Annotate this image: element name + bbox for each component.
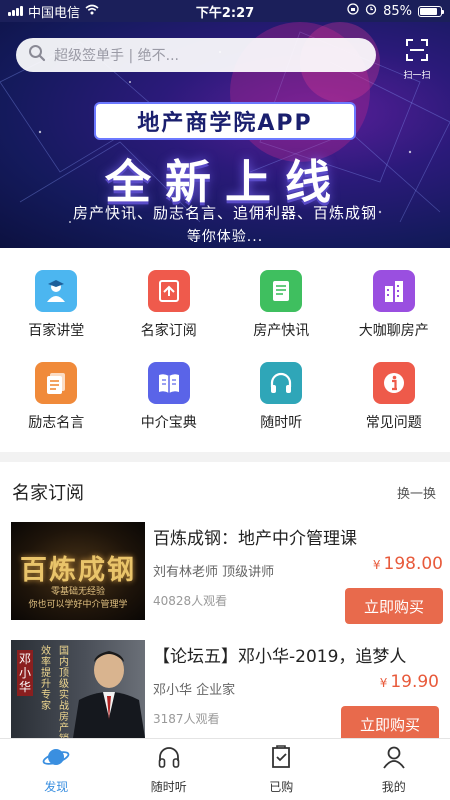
tab-user[interactable]: 我的 — [338, 739, 450, 800]
search-input[interactable]: 超级签单手 | 绝不... — [16, 38, 376, 72]
course-title: 【论坛五】邓小华-2019，追梦人 — [153, 647, 407, 667]
bottom-tab-bar: 发现 随时听 已购 我的 — [0, 738, 450, 800]
course-card[interactable]: 邓小华 效率提升专家 国内顶级实战房产销售 【论坛五】邓小华-2019，追梦人 … — [11, 640, 439, 746]
building-icon — [372, 270, 415, 312]
category-headphones[interactable]: 随时听 — [225, 362, 338, 432]
banner-subline: 房产快讯、励志名言、追佣利器、百炼成钢 — [72, 204, 377, 222]
tab-label: 随时听 — [150, 780, 187, 794]
quotes-icon — [35, 362, 78, 404]
tab-headphones[interactable]: 随时听 — [113, 739, 226, 800]
book-icon — [147, 362, 190, 404]
category-label: 大咖聊房产 — [358, 323, 429, 339]
scan-icon — [405, 39, 429, 66]
category-label: 名家订阅 — [140, 323, 197, 339]
scan-label: 扫一扫 — [403, 71, 431, 81]
headphones-icon — [260, 362, 303, 404]
course-title: 百炼成钢：地产中介管理课 — [153, 529, 357, 549]
course-price: ¥19.90 — [379, 672, 439, 692]
info-icon — [372, 362, 415, 404]
banner-subline-2: 等你体验... — [186, 229, 264, 245]
purchased-icon — [268, 744, 294, 774]
wifi-icon — [85, 4, 99, 19]
status-bar: 中国电信 下午2:27 85% — [0, 0, 450, 22]
refresh-button[interactable]: 换一换 — [397, 483, 436, 502]
category-news[interactable]: 房产快讯 — [225, 270, 338, 340]
category-book[interactable]: 中介宝典 — [113, 362, 226, 432]
alarm-icon — [365, 3, 377, 19]
search-placeholder: 超级签单手 | 绝不... — [54, 48, 179, 64]
search-icon — [28, 44, 46, 66]
subscribe-icon — [147, 270, 190, 312]
tab-label: 我的 — [381, 780, 406, 794]
category-teacher[interactable]: 百家讲堂 — [0, 270, 113, 340]
thumbnail-subtitle-2: 你也可以学好中介管理学 — [28, 600, 128, 610]
battery-percent: 85% — [383, 3, 412, 19]
tab-label: 发现 — [44, 780, 69, 794]
carrier-label: 中国电信 — [28, 5, 81, 21]
course-thumbnail: 邓小华 效率提升专家 国内顶级实战房产销售 — [11, 640, 145, 738]
category-grid: 百家讲堂 名家订阅 房产快讯 大咖聊房产励志名言 中介宝典 随时听 常见问题 — [0, 258, 450, 432]
category-label: 中介宝典 — [140, 415, 197, 431]
banner-brand: 地产商学院APP — [96, 104, 354, 138]
category-building[interactable]: 大咖聊房产 — [338, 270, 450, 340]
rotation-lock-icon — [347, 3, 359, 19]
category-label: 随时听 — [260, 415, 303, 431]
thumbnail-caption: 效率提升专家 — [41, 646, 51, 712]
category-label: 百家讲堂 — [28, 323, 85, 339]
buy-now-button[interactable]: 立即购买 — [345, 588, 443, 624]
category-label: 励志名言 — [28, 415, 85, 431]
planet-icon — [42, 744, 70, 774]
category-info[interactable]: 常见问题 — [338, 362, 450, 432]
news-icon — [260, 270, 303, 312]
headphones-icon — [156, 744, 182, 774]
category-label: 房产快讯 — [253, 323, 310, 339]
scan-button[interactable]: 扫一扫 — [402, 38, 432, 81]
section-title: 名家订阅 — [12, 483, 84, 504]
section-header: 名家订阅 换一换 — [12, 472, 436, 512]
category-quotes[interactable]: 励志名言 — [0, 362, 113, 432]
thumbnail-title: 百炼成钢 — [20, 555, 136, 586]
tab-label: 已购 — [269, 780, 294, 794]
promo-banner[interactable]: 超级签单手 | 绝不... 扫一扫 地产商学院APP 全新上线 房产快讯、励志名… — [0, 22, 450, 248]
speaker-portrait — [73, 651, 145, 738]
course-price: ¥198.00 — [372, 554, 443, 574]
category-label: 常见问题 — [365, 415, 422, 431]
section-divider — [0, 452, 450, 462]
buy-now-button[interactable]: 立即购买 — [341, 706, 439, 742]
signal-icon — [8, 6, 23, 16]
battery-icon — [418, 5, 444, 17]
category-subscribe[interactable]: 名家订阅 — [113, 270, 226, 340]
course-card[interactable]: 百炼成钢 零基础无经验 你也可以学好中介管理学 百炼成钢：地产中介管理课 刘有林… — [11, 522, 443, 628]
tab-purchased[interactable]: 已购 — [225, 739, 338, 800]
user-icon — [381, 744, 407, 774]
thumbnail-name: 邓小华 — [17, 650, 33, 696]
teacher-icon — [35, 270, 78, 312]
thumbnail-subtitle: 零基础无经验 — [50, 587, 105, 597]
course-thumbnail: 百炼成钢 零基础无经验 你也可以学好中介管理学 — [11, 522, 145, 620]
tab-planet[interactable]: 发现 — [0, 739, 113, 800]
